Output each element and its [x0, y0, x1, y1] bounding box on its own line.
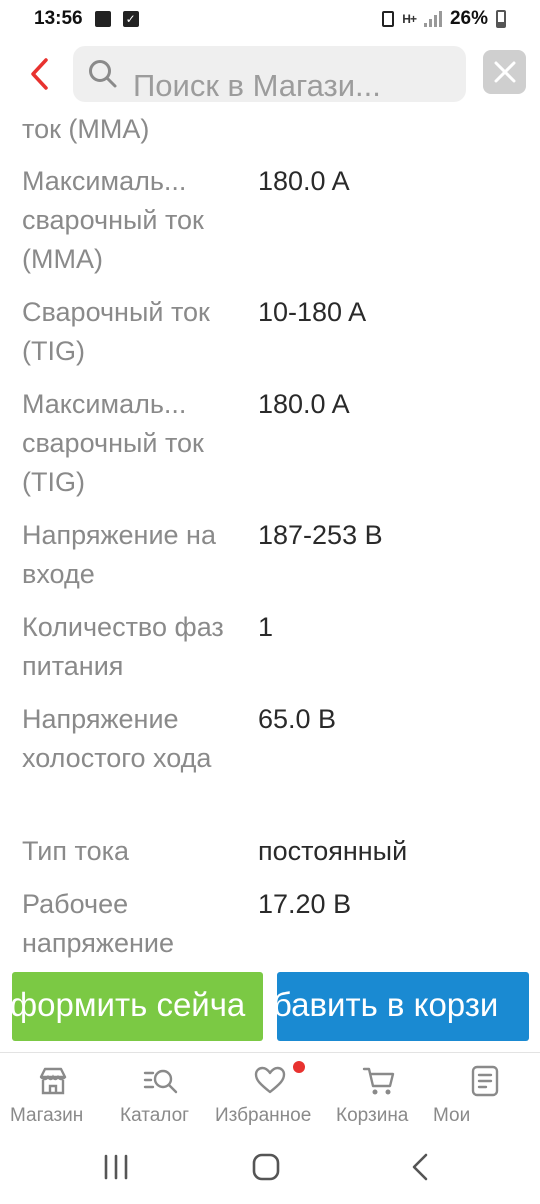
spec-label: Сварочный ток (TIG) — [22, 297, 210, 366]
add-to-cart-label: бавить в корзи — [277, 986, 499, 1023]
spec-label: Количество фаз питания — [22, 612, 224, 681]
spec-label: Тип тока — [22, 836, 130, 866]
spec-value: постоянный — [258, 836, 408, 866]
battery-icon — [496, 10, 506, 28]
spec-value: 17.20 В — [258, 889, 352, 919]
spec-label: Максималь... сварочный ток (MMA) — [22, 166, 204, 274]
network-type-icon: H+ — [402, 12, 417, 26]
check-notification-icon: ✓ — [122, 11, 139, 27]
spec-value: 1 — [258, 612, 274, 642]
system-navigation — [0, 1130, 540, 1204]
back-system-button[interactable] — [406, 1150, 434, 1184]
home-icon — [252, 1153, 280, 1181]
specification-list: ток (MMA) Максималь... сварочный ток (MM… — [0, 110, 540, 960]
action-bar: формить сейча бавить в корзи — [0, 972, 540, 1042]
catalog-search-icon — [143, 1069, 178, 1094]
nav-item-store[interactable]: Магазин — [0, 1053, 108, 1131]
search-input[interactable]: Поиск в Магази... — [73, 46, 466, 102]
close-icon — [494, 61, 515, 83]
spec-value: 65.0 В — [258, 704, 337, 734]
favorites-badge — [293, 1061, 305, 1073]
spec-label: Рабочее напряжение — [22, 889, 174, 958]
nav-label-store: Магазин — [10, 1105, 84, 1126]
search-placeholder: Поиск в Магази... — [133, 68, 381, 102]
recent-apps-icon — [104, 1154, 128, 1180]
spec-label: Максималь... сварочный ток (TIG) — [22, 389, 204, 497]
nav-label-favorites: Избранное — [215, 1105, 312, 1126]
nav-item-my[interactable]: Мои — [432, 1053, 540, 1131]
home-button[interactable] — [250, 1150, 282, 1184]
spec-label: Напряжение на входе — [22, 520, 216, 589]
spec-value: 10-180 A — [258, 297, 367, 327]
recent-apps-button[interactable] — [100, 1150, 132, 1184]
nav-label-my: Мои — [433, 1105, 471, 1126]
gallery-notification-icon — [94, 11, 111, 27]
chevron-left-icon — [31, 58, 48, 90]
clear-search-button[interactable] — [483, 50, 526, 94]
spec-label: Напряжение холостого хода — [22, 704, 212, 773]
back-button[interactable] — [22, 54, 56, 94]
nav-label-catalog: Каталог — [120, 1105, 190, 1126]
bottom-navigation: Магазин Каталог Избранное Корзина Мои — [0, 1052, 540, 1130]
status-time: 13:56 — [34, 8, 83, 29]
order-now-label: формить сейча — [12, 986, 246, 1023]
order-now-button[interactable]: формить сейча — [12, 972, 263, 1041]
lock-status-icon — [382, 11, 395, 27]
signal-icon — [423, 11, 442, 27]
document-icon — [471, 1065, 499, 1097]
add-to-cart-button[interactable]: бавить в корзи — [277, 972, 529, 1041]
back-arrow-icon — [412, 1153, 428, 1181]
spec-label: ток (MMA) — [22, 114, 150, 144]
heart-icon — [254, 1066, 286, 1094]
spec-value: 180.0 A — [258, 389, 350, 419]
nav-item-favorites[interactable]: Избранное — [215, 1053, 324, 1131]
status-bar: 13:56 ✓ H+ 26% — [0, 0, 540, 38]
spec-value: 187-253 В — [258, 520, 383, 550]
cart-icon — [362, 1067, 395, 1095]
nav-item-catalog[interactable]: Каталог — [108, 1053, 216, 1131]
battery-percent: 26% — [449, 8, 488, 29]
nav-item-cart[interactable]: Корзина — [324, 1053, 432, 1131]
search-header: Поиск в Магази... — [0, 40, 540, 110]
search-icon — [89, 60, 117, 88]
nav-label-cart: Корзина — [336, 1105, 409, 1126]
store-icon — [39, 1067, 67, 1095]
spec-value: 180.0 A — [258, 166, 350, 196]
